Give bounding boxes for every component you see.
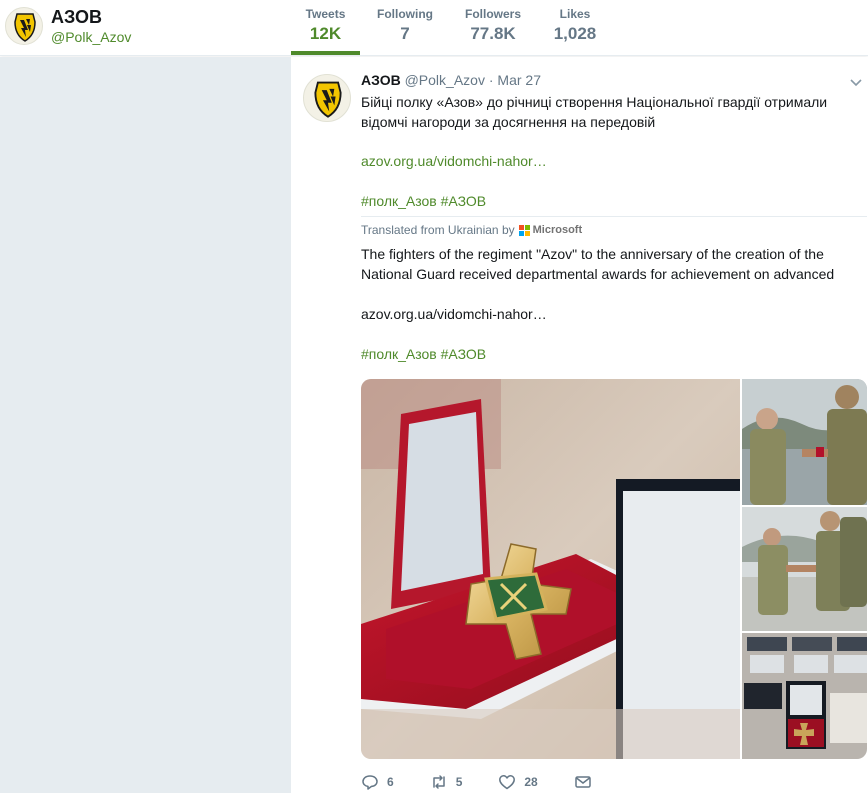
left-sidebar-area: [0, 57, 291, 793]
envelope-icon: [574, 776, 591, 788]
tweet-author-avatar[interactable]: [303, 74, 351, 122]
tweet-link-original[interactable]: azov.org.ua/vidomchi-nahor…: [361, 151, 861, 171]
translation-attribution: Translated from Ukrainian by Microsoft: [361, 223, 582, 237]
reply-count: 6: [387, 775, 394, 789]
stat-following-value: 7: [400, 24, 410, 43]
media-photo-medal-case[interactable]: [361, 379, 740, 759]
retweet-count: 5: [455, 775, 463, 789]
profile-name[interactable]: АЗОВ: [51, 7, 102, 28]
stat-likes[interactable]: Likes 1,028: [540, 7, 610, 44]
tweet-author-name[interactable]: АЗОВ: [361, 72, 401, 88]
tweet-media-grid: [361, 379, 867, 759]
tweet-separator: ·: [488, 72, 494, 88]
retweet-icon: [432, 775, 445, 789]
stat-following[interactable]: Following 7: [370, 7, 440, 44]
heart-icon: [499, 775, 516, 790]
reply-button[interactable]: 6: [361, 773, 394, 791]
translation-divider: [361, 216, 867, 217]
stat-likes-label: Likes: [559, 7, 591, 21]
tweet-hashtags-translated[interactable]: #полк_Азов #АЗОВ: [361, 344, 861, 364]
tweet-date[interactable]: Mar 27: [497, 72, 541, 88]
stat-following-label: Following: [377, 7, 433, 21]
stat-followers[interactable]: Followers 77.8K: [458, 7, 528, 44]
profile-nav-bar: АЗОВ @Polk_Azov Tweets 12K Following 7 F…: [0, 0, 868, 56]
profile-handle[interactable]: @Polk_Azov: [51, 29, 131, 45]
tweet-actions: 6 5 28: [361, 772, 636, 792]
tweet[interactable]: АЗОВ @Polk_Azov · Mar 27 Бійці полку «Аз…: [291, 57, 868, 793]
direct-message-button[interactable]: [574, 773, 600, 791]
like-count: 28: [524, 775, 538, 789]
tweet-author-handle[interactable]: @Polk_Azov: [405, 72, 485, 88]
microsoft-logo: [518, 224, 530, 236]
tweet-hashtags-original[interactable]: #полк_Азов #АЗОВ: [361, 191, 861, 211]
stat-tweets-label: Tweets: [305, 7, 346, 21]
active-tab-indicator: [291, 51, 360, 55]
stat-likes-value: 1,028: [553, 24, 597, 43]
translator-name: Microsoft: [532, 224, 583, 236]
tweet-text-translated: The fighters of the regiment "Azov" to t…: [361, 246, 835, 282]
media-photo-award-handshake[interactable]: [742, 379, 867, 505]
stat-tweets[interactable]: Tweets 12K: [291, 7, 360, 44]
tweet-link-translated: azov.org.ua/vidomchi-nahor…: [361, 306, 547, 322]
stat-tweets-value: 12K: [309, 24, 342, 43]
tweet-text-original: Бійці полку «Азов» до річниці створення …: [361, 94, 828, 130]
chevron-down-icon[interactable]: [849, 75, 863, 89]
retweet-button[interactable]: 5: [430, 773, 463, 791]
translation-label: Translated from Ukrainian by: [361, 223, 515, 237]
stat-followers-value: 77.8K: [470, 24, 516, 43]
media-photo-medals-table[interactable]: [742, 633, 867, 759]
tweet-header: АЗОВ @Polk_Azov · Mar 27: [361, 72, 541, 88]
media-photo-soldiers-ceremony[interactable]: [742, 507, 867, 631]
profile-avatar[interactable]: [5, 7, 43, 45]
stat-followers-label: Followers: [464, 7, 521, 21]
reply-icon: [362, 775, 378, 790]
like-button[interactable]: 28: [498, 773, 538, 791]
